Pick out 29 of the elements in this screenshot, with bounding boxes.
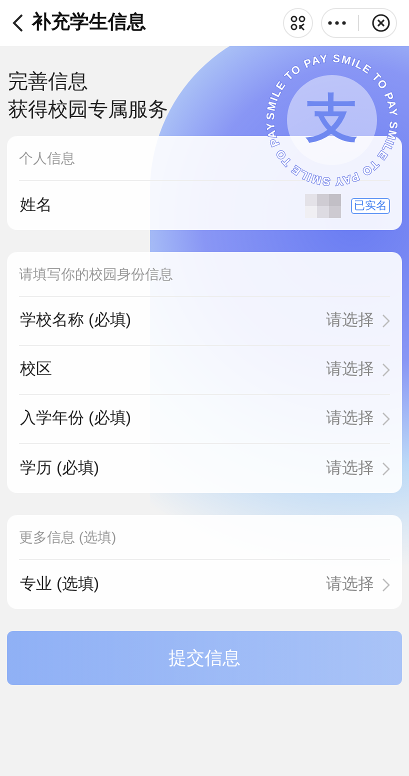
section-title: 个人信息 — [19, 148, 75, 168]
chevron-right-icon — [382, 412, 390, 426]
more-icon[interactable] — [328, 21, 346, 25]
field-label: 专业 (选填) — [19, 574, 100, 594]
select-option[interactable]: 请选择 — [326, 456, 390, 480]
scan-icon — [290, 15, 306, 31]
select-option[interactable]: 请选择 — [326, 407, 390, 431]
field-label: 校区 — [19, 360, 53, 380]
select-option[interactable]: 请选择 — [326, 358, 390, 382]
intro-text: 完善信息 — [8, 70, 88, 95]
scan-button[interactable] — [283, 8, 313, 38]
back-icon[interactable] — [12, 13, 24, 33]
chevron-right-icon — [382, 578, 390, 592]
page-title: 补充学生信息 — [32, 10, 147, 35]
field-label: 姓名 — [19, 196, 53, 216]
field-label: 入学年份 (必填) — [19, 408, 132, 429]
intro-text: 获得校园专属服务 — [8, 98, 168, 123]
chevron-right-icon — [382, 363, 390, 377]
chevron-right-icon — [382, 462, 390, 476]
chevron-right-icon — [382, 314, 390, 328]
verified-badge: 已实名 — [351, 198, 390, 214]
close-icon[interactable] — [372, 14, 390, 32]
blurred-name-drawing — [305, 194, 341, 218]
select-option[interactable]: 请选择 — [326, 309, 390, 333]
section-title: 请填写你的校园身份信息 — [19, 264, 173, 284]
field-label: 学校名称 (必填) — [19, 310, 132, 331]
section-title: 更多信息 (选填) — [19, 528, 116, 547]
select-option[interactable]: 请选择 — [326, 572, 390, 596]
field-label: 学历 (必填) — [19, 458, 100, 478]
